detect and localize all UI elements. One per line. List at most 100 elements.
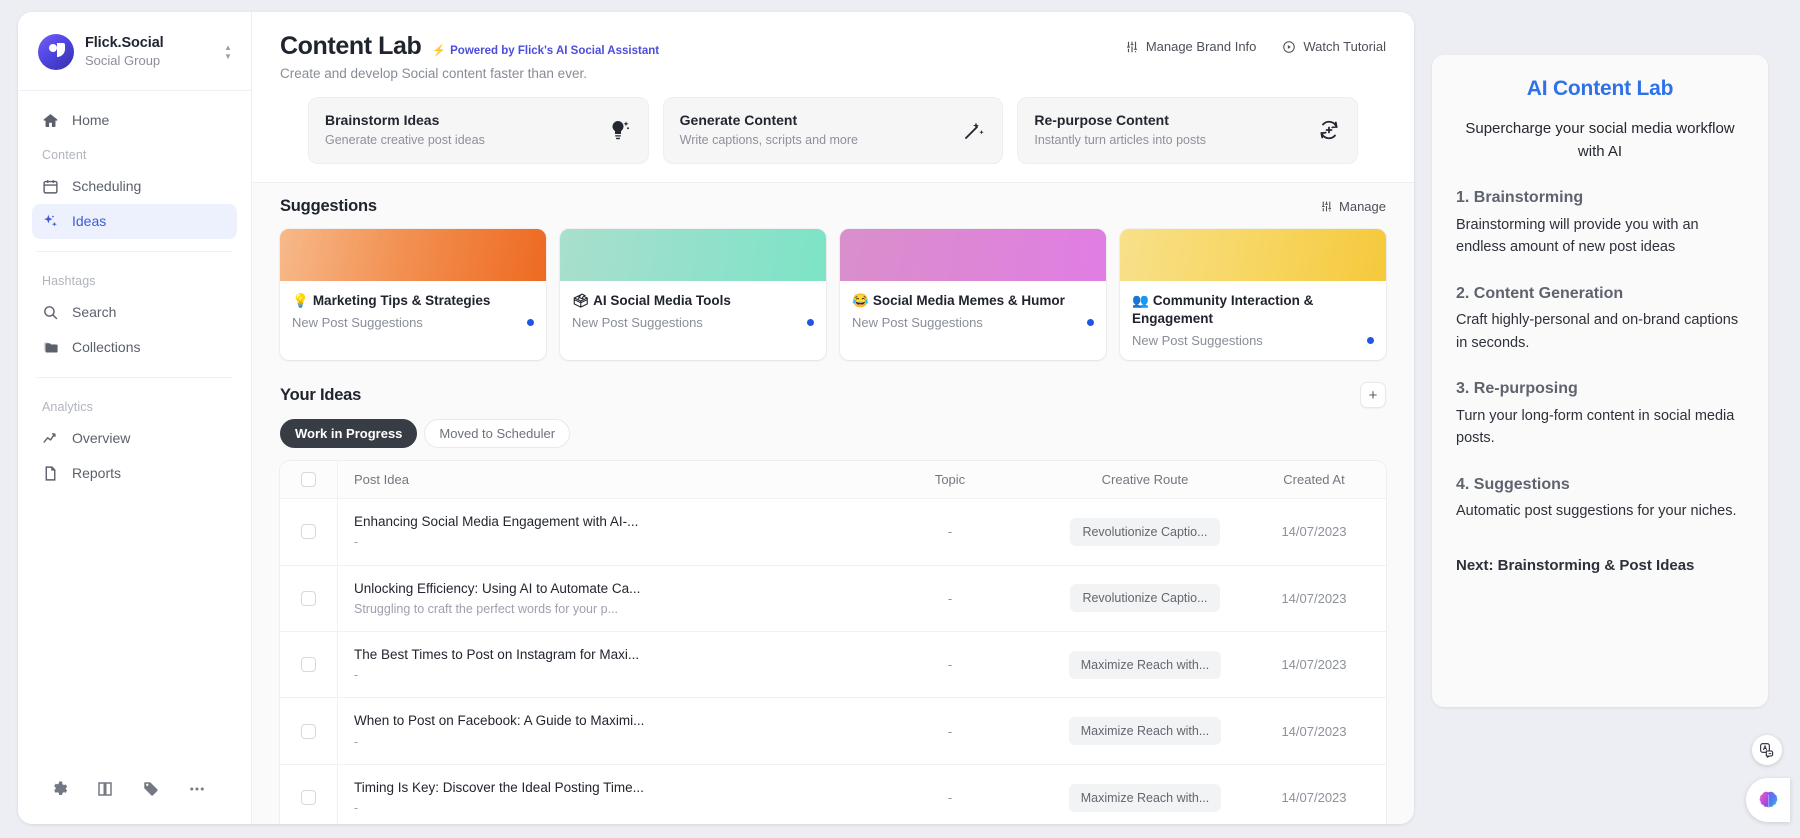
column-header-created-at: Created At bbox=[1250, 461, 1386, 498]
table-row[interactable]: When to Post on Facebook: A Guide to Max… bbox=[280, 698, 1386, 764]
folder-icon bbox=[42, 339, 59, 356]
sidebar-item-ideas[interactable]: Ideas bbox=[32, 204, 237, 239]
row-idea-title: Timing Is Key: Discover the Ideal Postin… bbox=[354, 779, 844, 797]
creative-route-chip[interactable]: Maximize Reach with... bbox=[1069, 784, 1222, 812]
creative-route-chip[interactable]: Revolutionize Captio... bbox=[1070, 518, 1219, 546]
row-checkbox[interactable] bbox=[301, 790, 316, 805]
suggestion-card[interactable]: 👥Community Interaction & Engagement New … bbox=[1120, 229, 1386, 360]
column-header-creative-route: Creative Route bbox=[1040, 461, 1250, 498]
suggestion-title: 👥Community Interaction & Engagement bbox=[1132, 292, 1374, 328]
suggestion-card[interactable]: 😂Social Media Memes & Humor New Post Sug… bbox=[840, 229, 1106, 360]
creative-route-chip[interactable]: Maximize Reach with... bbox=[1069, 717, 1222, 745]
powered-badge-label: Powered by Flick's AI Social Assistant bbox=[450, 45, 659, 57]
watch-tutorial-button[interactable]: Watch Tutorial bbox=[1282, 39, 1386, 54]
tab-moved-to-scheduler[interactable]: Moved to Scheduler bbox=[424, 419, 570, 448]
suggestion-card[interactable]: 🗳AI Social Media Tools New Post Suggesti… bbox=[560, 229, 826, 360]
gear-icon[interactable] bbox=[50, 780, 68, 798]
creative-route-chip[interactable]: Maximize Reach with... bbox=[1069, 651, 1222, 679]
calendar-icon bbox=[42, 178, 59, 195]
sidebar-item-reports[interactable]: Reports bbox=[32, 456, 237, 491]
tab-work-in-progress[interactable]: Work in Progress bbox=[280, 419, 417, 448]
more-horizontal-icon[interactable] bbox=[188, 780, 206, 798]
row-created-at: 14/07/2023 bbox=[1250, 591, 1386, 606]
row-checkbox[interactable] bbox=[301, 724, 316, 739]
row-select-cell bbox=[280, 499, 338, 564]
row-route-cell: Revolutionize Captio... bbox=[1040, 518, 1250, 546]
suggestion-subtitle: New Post Suggestions bbox=[1132, 333, 1263, 348]
row-route-cell: Maximize Reach with... bbox=[1040, 651, 1250, 679]
suggestion-title-text: AI Social Media Tools bbox=[593, 293, 731, 308]
suggestion-thumbnail bbox=[840, 229, 1106, 281]
sidebar-item-ideas-label: Ideas bbox=[72, 213, 106, 230]
panel-item-content-generation: 2. Content Generation Craft highly-perso… bbox=[1456, 283, 1744, 355]
suggestion-cards: 💡Marketing Tips & Strategies New Post Su… bbox=[280, 229, 1386, 360]
book-icon[interactable] bbox=[96, 780, 114, 798]
brain-icon[interactable] bbox=[1746, 778, 1790, 822]
watch-tutorial-label: Watch Tutorial bbox=[1303, 39, 1386, 54]
generate-content-card[interactable]: Generate Content Write captions, scripts… bbox=[663, 97, 1004, 164]
sidebar-item-search[interactable]: Search bbox=[32, 295, 237, 330]
suggestion-emoji: 👥 bbox=[1132, 293, 1149, 308]
manage-brand-info-label: Manage Brand Info bbox=[1146, 39, 1257, 54]
sidebar-item-reports-label: Reports bbox=[72, 465, 121, 482]
manage-suggestions-label: Manage bbox=[1339, 199, 1386, 214]
suggestion-emoji: 💡 bbox=[292, 293, 309, 308]
panel-item-body: Brainstorming will provide you with an e… bbox=[1456, 214, 1744, 259]
quick-action-cards: Brainstorm Ideas Generate creative post … bbox=[280, 81, 1386, 182]
row-idea-title: Unlocking Efficiency: Using AI to Automa… bbox=[354, 580, 844, 598]
tag-icon[interactable] bbox=[142, 780, 160, 798]
row-select-cell bbox=[280, 765, 338, 824]
table-row[interactable]: Timing Is Key: Discover the Ideal Postin… bbox=[280, 765, 1386, 824]
creative-route-chip[interactable]: Revolutionize Captio... bbox=[1070, 584, 1219, 612]
suggestion-title: 🗳AI Social Media Tools bbox=[572, 292, 814, 310]
repurpose-content-title: Re-purpose Content bbox=[1034, 111, 1307, 129]
add-idea-button[interactable]: + bbox=[1360, 382, 1386, 408]
suggestion-title: 😂Social Media Memes & Humor bbox=[852, 292, 1094, 310]
powered-badge: ⚡ Powered by Flick's AI Social Assistant bbox=[432, 44, 659, 57]
workspace-switcher[interactable]: Flick.Social Social Group ▲ ▼ bbox=[18, 12, 251, 91]
suggestion-title-text: Social Media Memes & Humor bbox=[873, 293, 1065, 308]
row-checkbox[interactable] bbox=[301, 524, 316, 539]
suggestion-subtitle: New Post Suggestions bbox=[572, 315, 703, 330]
manage-brand-info-button[interactable]: Manage Brand Info bbox=[1125, 39, 1257, 54]
table-row[interactable]: Enhancing Social Media Engagement with A… bbox=[280, 499, 1386, 565]
workspace-name: Flick.Social bbox=[85, 34, 210, 52]
manage-suggestions-button[interactable]: Manage bbox=[1320, 199, 1386, 214]
row-topic: - bbox=[860, 591, 1040, 606]
table-row[interactable]: Unlocking Efficiency: Using AI to Automa… bbox=[280, 566, 1386, 632]
panel-item-body: Turn your long-form content in social me… bbox=[1456, 405, 1744, 450]
generate-content-subtitle: Write captions, scripts and more bbox=[680, 132, 953, 148]
suggestion-card[interactable]: 💡Marketing Tips & Strategies New Post Su… bbox=[280, 229, 546, 360]
row-checkbox[interactable] bbox=[301, 591, 316, 606]
repurpose-content-card[interactable]: Re-purpose Content Instantly turn articl… bbox=[1017, 97, 1358, 164]
generate-content-title: Generate Content bbox=[680, 111, 953, 129]
sidebar-item-home-label: Home bbox=[72, 112, 109, 129]
ideas-tabs: Work in Progress Moved to Scheduler bbox=[280, 419, 1386, 448]
suggestion-title-text: Community Interaction & Engagement bbox=[1132, 293, 1313, 326]
select-all-checkbox[interactable] bbox=[301, 472, 316, 487]
generate-content-text: Generate Content Write captions, scripts… bbox=[680, 111, 953, 148]
sidebar-item-collections[interactable]: Collections bbox=[32, 330, 237, 365]
suggestion-subtitle: New Post Suggestions bbox=[292, 315, 423, 330]
sidebar-item-scheduling-label: Scheduling bbox=[72, 178, 141, 195]
row-topic: - bbox=[860, 790, 1040, 805]
suggestion-status-dot bbox=[1087, 319, 1094, 326]
your-ideas-header: Your Ideas + bbox=[280, 382, 1386, 408]
sidebar-item-scheduling[interactable]: Scheduling bbox=[32, 169, 237, 204]
brainstorm-ideas-card[interactable]: Brainstorm Ideas Generate creative post … bbox=[308, 97, 649, 164]
suggestion-footer: New Post Suggestions bbox=[852, 315, 1094, 330]
sidebar-item-home[interactable]: Home bbox=[32, 103, 237, 138]
panel-item-title: 2. Content Generation bbox=[1456, 283, 1744, 305]
sliders-small-icon bbox=[1320, 200, 1333, 213]
table-row[interactable]: The Best Times to Post on Instagram for … bbox=[280, 632, 1386, 698]
app-window: Flick.Social Social Group ▲ ▼ Home Conte… bbox=[18, 12, 1414, 824]
suggestion-thumbnail bbox=[1120, 229, 1386, 281]
row-checkbox[interactable] bbox=[301, 657, 316, 672]
brainstorm-ideas-text: Brainstorm Ideas Generate creative post … bbox=[325, 111, 598, 148]
panel-title: AI Content Lab bbox=[1456, 77, 1744, 101]
content-scroll-area: Suggestions Manage 💡Marketing Tips & Str… bbox=[252, 183, 1414, 824]
row-route-cell: Maximize Reach with... bbox=[1040, 784, 1250, 812]
sidebar-item-overview[interactable]: Overview bbox=[32, 421, 237, 456]
translate-icon[interactable] bbox=[1752, 735, 1782, 765]
magic-wand-icon bbox=[962, 118, 986, 142]
